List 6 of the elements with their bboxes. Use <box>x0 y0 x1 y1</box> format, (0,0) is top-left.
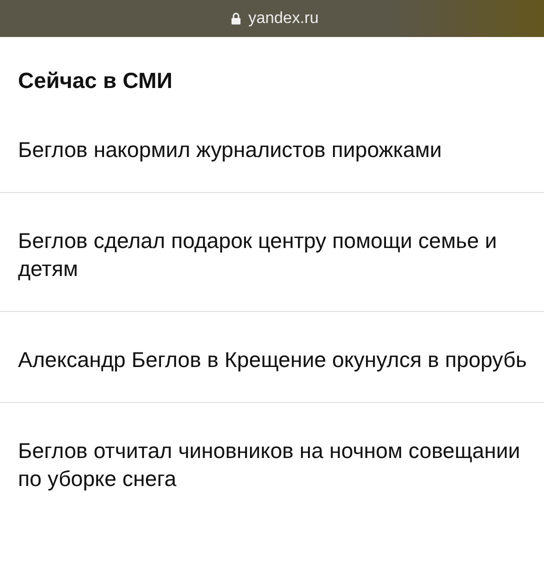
news-link[interactable]: Беглов сделал подарок центру помощи семье и детям <box>18 227 528 283</box>
news-link[interactable]: Беглов отчитал чиновников на ночном совещании по уборке снега <box>18 437 528 493</box>
news-link[interactable]: Александр Беглов в Крещение окунулся в прорубь <box>18 346 528 374</box>
news-link[interactable]: Беглов накормил журналистов пирожками <box>18 136 528 164</box>
section-title: Сейчас в СМИ <box>17 67 174 95</box>
url-text[interactable]: yandex.ru <box>248 10 319 28</box>
